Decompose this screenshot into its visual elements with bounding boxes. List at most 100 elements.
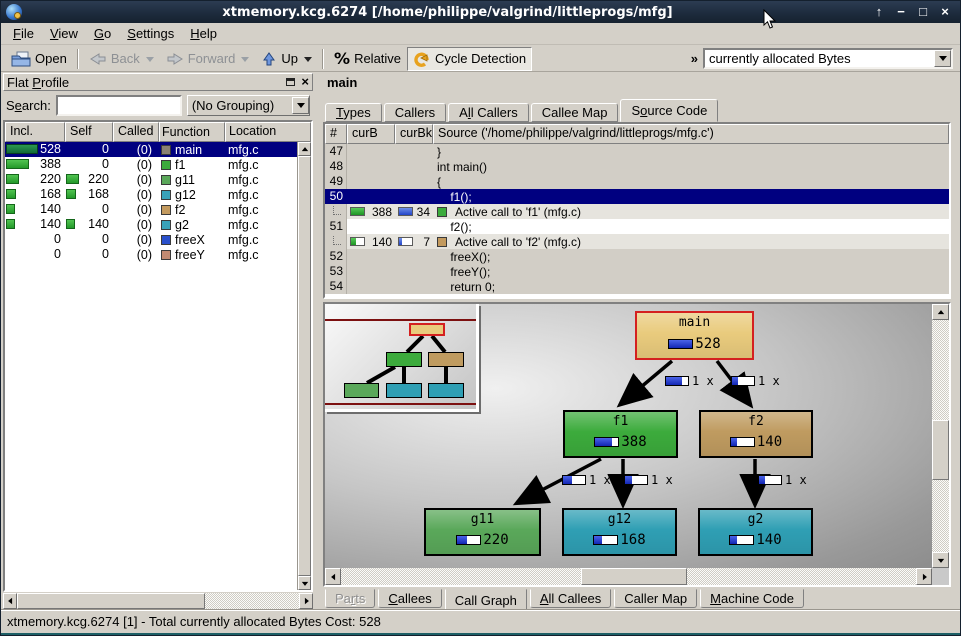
tab-callees[interactable]: Callees: [378, 589, 441, 608]
edge-label-main-f1[interactable]: 1 x: [665, 374, 714, 388]
table-row[interactable]: 0 0 (0) freeY mfg.c: [5, 247, 311, 262]
scroll-right-button[interactable]: [916, 568, 932, 585]
table-row[interactable]: 528 0 (0) main mfg.c: [5, 142, 311, 157]
source-line[interactable]: 48int main(): [325, 159, 949, 174]
toolbar-separator: [77, 49, 79, 69]
graph-node-g2[interactable]: g2 140: [698, 508, 813, 556]
column-header-curB[interactable]: curB: [347, 124, 395, 144]
relative-button[interactable]: % Relative: [328, 47, 407, 71]
back-dropdown-icon[interactable]: [146, 57, 154, 66]
forward-dropdown-icon[interactable]: [241, 57, 249, 66]
source-line[interactable]: 51 f2();: [325, 219, 949, 234]
column-header-self[interactable]: Self: [65, 122, 113, 142]
horizontal-scrollbar[interactable]: [3, 593, 313, 609]
forward-button[interactable]: Forward: [160, 47, 256, 71]
scrollbar-thumb[interactable]: [932, 420, 949, 480]
menu-go[interactable]: Go: [86, 24, 119, 43]
column-header-called[interactable]: Called: [113, 122, 159, 142]
toolbar-overflow-chevron[interactable]: »: [691, 51, 698, 66]
scroll-up-button[interactable]: [932, 304, 949, 320]
dock-header[interactable]: Flat Profile ×: [3, 73, 313, 91]
column-header-source[interactable]: Source ('/home/philippe/valgrind/littlep…: [433, 124, 949, 144]
scrollbar-thumb[interactable]: [17, 593, 205, 609]
column-header-line[interactable]: #: [325, 124, 347, 144]
minimize-button[interactable]: −: [890, 3, 912, 21]
scroll-right-button[interactable]: [299, 593, 313, 609]
edge-label-main-f2[interactable]: 1 x: [731, 374, 780, 388]
table-row[interactable]: 220 220 (0) g11 mfg.c: [5, 172, 311, 187]
tab-types[interactable]: Types: [325, 103, 382, 122]
grouping-select[interactable]: (No Grouping): [187, 95, 310, 116]
column-header-function[interactable]: Function: [159, 122, 225, 142]
source-line[interactable]: 52 freeX();: [325, 249, 949, 264]
cycle-detection-button[interactable]: Cycle Detection: [407, 47, 532, 71]
app-icon[interactable]: [6, 4, 22, 20]
horizontal-scrollbar[interactable]: [325, 568, 932, 585]
graph-overview[interactable]: [325, 304, 479, 412]
scroll-left-button[interactable]: [325, 568, 341, 585]
dock-detach-icon[interactable]: [286, 78, 295, 86]
scrollbar-track[interactable]: [932, 320, 949, 552]
menu-file[interactable]: File: [5, 24, 42, 43]
table-row[interactable]: 168 168 (0) g12 mfg.c: [5, 187, 311, 202]
table-row[interactable]: 140 0 (0) f2 mfg.c: [5, 202, 311, 217]
edge-label-f2-g2[interactable]: 1 x: [758, 473, 807, 487]
column-header-curBk[interactable]: curBk: [395, 124, 433, 144]
scrollbar-thumb[interactable]: [298, 156, 311, 576]
tab-source-code[interactable]: Source Code: [620, 99, 718, 122]
close-button[interactable]: ×: [934, 3, 956, 21]
search-input[interactable]: [56, 95, 182, 116]
grouping-dropdown-button[interactable]: [292, 97, 309, 114]
graph-node-g12[interactable]: g12 168: [562, 508, 677, 556]
up-button[interactable]: Up: [255, 47, 318, 71]
source-call-line[interactable]: 388 34 Active call to 'f1' (mfg.c): [325, 204, 949, 219]
tab-caller-map[interactable]: Caller Map: [614, 589, 697, 608]
tab-parts[interactable]: Parts: [325, 589, 375, 608]
scrollbar-track[interactable]: [205, 593, 299, 609]
menu-settings[interactable]: Settings: [119, 24, 182, 43]
scroll-down-button[interactable]: [932, 552, 949, 568]
open-button[interactable]: Open: [5, 47, 73, 71]
scrollbar-track[interactable]: [341, 568, 916, 585]
tab-all-callers[interactable]: All Callers: [448, 103, 529, 122]
menu-help[interactable]: Help: [182, 24, 225, 43]
table-row[interactable]: 0 0 (0) freeX mfg.c: [5, 232, 311, 247]
source-line[interactable]: 53 freeY();: [325, 264, 949, 279]
source-line[interactable]: 49{: [325, 174, 949, 189]
scroll-left-button[interactable]: [3, 593, 17, 609]
shade-button[interactable]: ↑: [868, 3, 890, 21]
graph-node-g11[interactable]: g11 220: [424, 508, 541, 556]
tab-callee-map[interactable]: Callee Map: [531, 103, 619, 122]
vertical-scrollbar[interactable]: [932, 304, 949, 568]
tab-all-callees[interactable]: All Callees: [530, 589, 611, 608]
event-type-select[interactable]: currently allocated Bytes: [703, 48, 953, 69]
event-type-dropdown-button[interactable]: [934, 50, 951, 67]
call-graph-canvas[interactable]: main 528 f1 388 f2 140 g11 220: [325, 304, 932, 568]
tab-machine-code[interactable]: Machine Code: [700, 589, 804, 608]
edge-label-f1-g12[interactable]: 1 x: [624, 473, 673, 487]
source-line[interactable]: 54 return 0;: [325, 279, 949, 294]
table-row[interactable]: 388 0 (0) f1 mfg.c: [5, 157, 311, 172]
graph-node-f1[interactable]: f1 388: [563, 410, 678, 458]
edge-label-f1-g11[interactable]: 1 x: [562, 473, 611, 487]
tab-callers[interactable]: Callers: [384, 103, 446, 122]
scroll-down-button[interactable]: [298, 576, 311, 590]
maximize-button[interactable]: □: [912, 3, 934, 21]
incl-bar: [6, 174, 38, 184]
titlebar[interactable]: xtmemory.kcg.6274 [/home/philippe/valgri…: [1, 1, 960, 23]
scrollbar-thumb[interactable]: [581, 568, 687, 585]
dock-close-icon[interactable]: ×: [301, 76, 309, 88]
up-dropdown-icon[interactable]: [304, 57, 312, 66]
menu-view[interactable]: View: [42, 24, 86, 43]
vertical-scrollbar[interactable]: [297, 142, 311, 590]
source-line[interactable]: 47}: [325, 144, 949, 159]
graph-node-f2[interactable]: f2 140: [699, 410, 813, 458]
source-call-line[interactable]: 140 7 Active call to 'f2' (mfg.c): [325, 234, 949, 249]
column-header-location[interactable]: Location: [225, 122, 311, 142]
table-row[interactable]: 140 140 (0) g2 mfg.c: [5, 217, 311, 232]
back-button[interactable]: Back: [83, 47, 160, 71]
scroll-up-button[interactable]: [298, 142, 311, 156]
source-line-selected[interactable]: 50 f1();: [325, 189, 949, 204]
column-header-incl[interactable]: Incl.: [5, 122, 65, 142]
graph-node-main[interactable]: main 528: [635, 311, 754, 360]
